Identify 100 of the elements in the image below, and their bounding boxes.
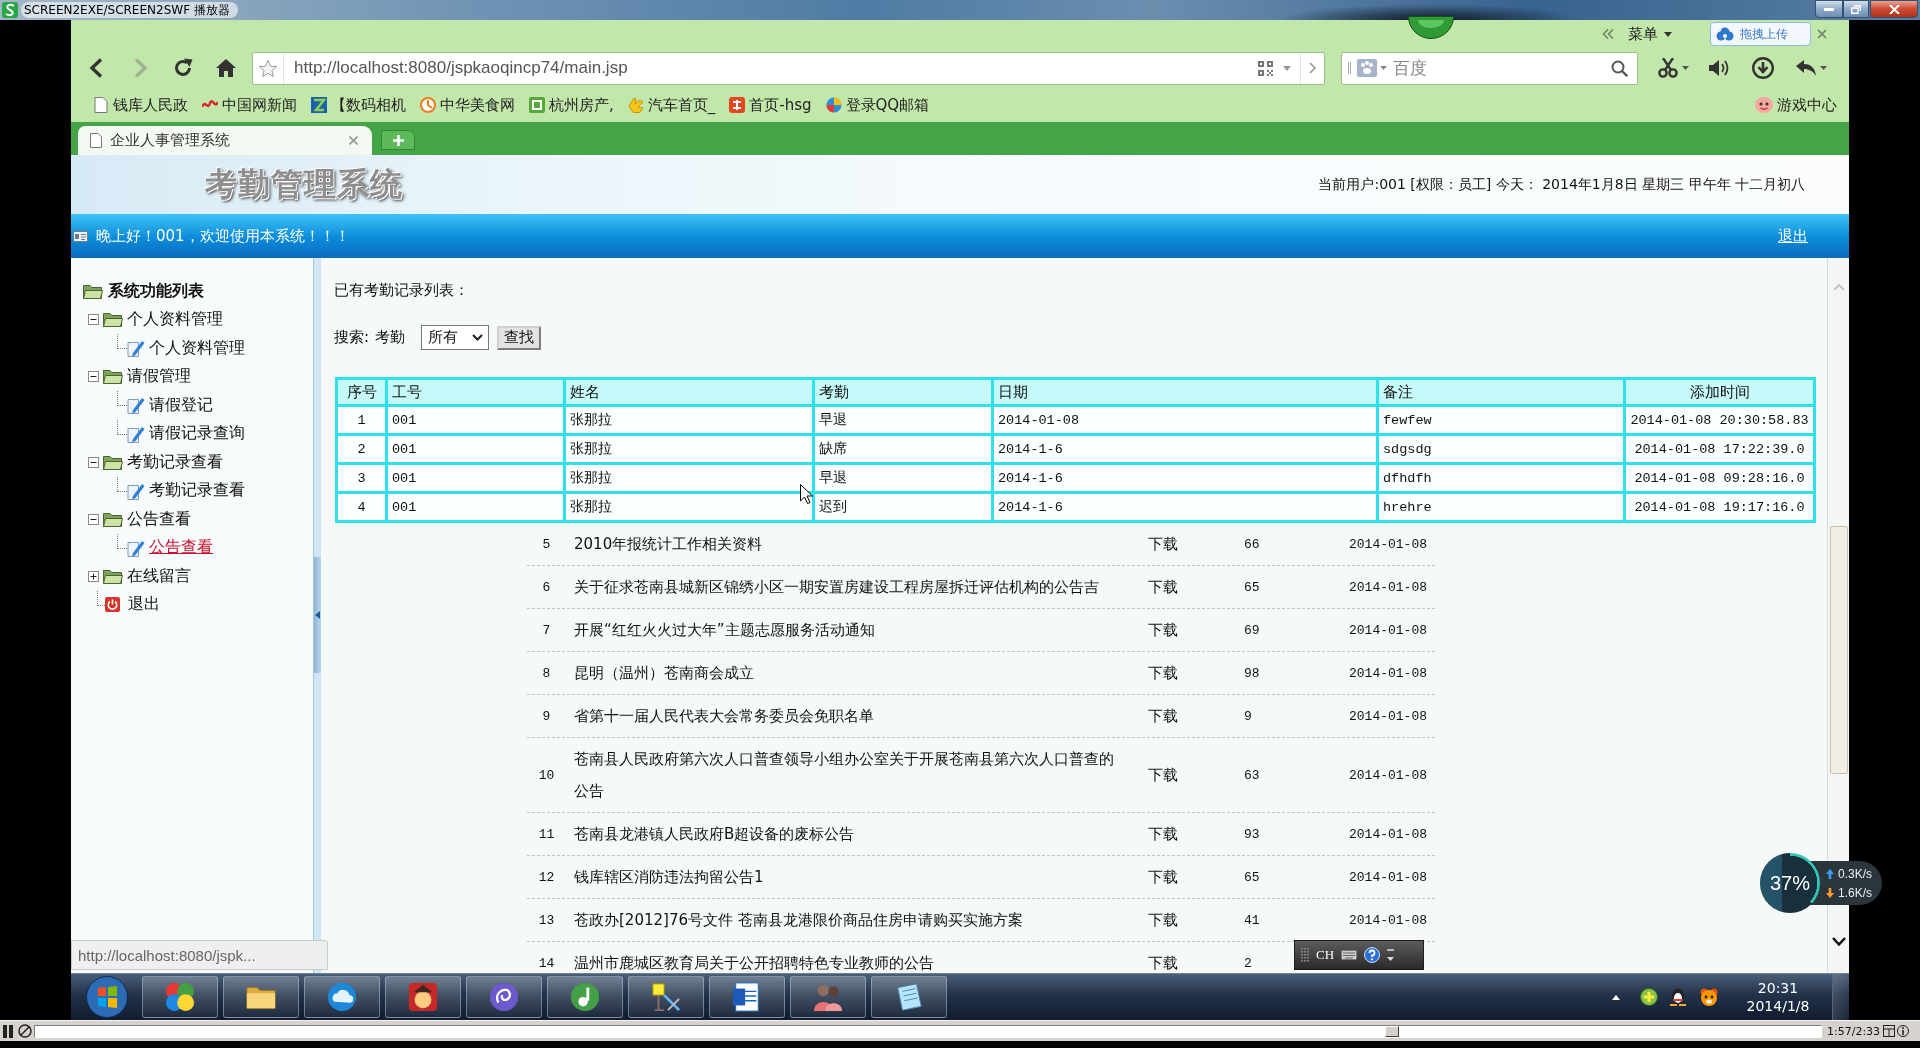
download-link[interactable]: 下载 [1148,824,1230,844]
collapse-handle[interactable] [314,557,321,673]
caret-icon[interactable] [1682,66,1689,70]
taskbar-button[interactable] [466,976,542,1018]
tree-folder[interactable]: 个人资料管理 [127,309,223,331]
browser-tab[interactable]: 企业人事管理系统 [78,126,372,155]
taskbar-button[interactable] [628,976,704,1018]
reload-icon[interactable] [172,58,193,78]
download-link[interactable]: 下载 [1148,953,1230,973]
download-link[interactable]: 下载 [1148,765,1230,785]
tree-folder[interactable]: 考勤记录查看 [127,451,223,473]
bookmark-link[interactable]: 首页-hsg [729,95,812,115]
search-field[interactable]: 百度 [1341,51,1638,85]
taskbar-button[interactable] [223,976,299,1018]
menu-button[interactable]: 菜单 [1628,24,1672,44]
notice-title[interactable]: 省第十一届人民代表大会常务委员会免职名单 [574,700,1122,732]
new-tab-button[interactable] [381,130,415,150]
qr-code-icon[interactable] [1258,60,1273,76]
taskbar-button[interactable] [709,976,785,1018]
circle-slash-icon[interactable] [18,1024,32,1038]
collapse-toggle-icon[interactable] [88,513,99,525]
penguin-icon[interactable] [1670,988,1686,1006]
plus-circle-icon[interactable] [1640,988,1658,1006]
chevron-right-icon[interactable] [1309,62,1316,74]
download-link[interactable]: 下载 [1148,910,1230,930]
caret-icon[interactable] [1380,66,1387,70]
taskbar-button[interactable] [385,976,461,1018]
bookmark-link[interactable]: 登录QQ邮箱 [825,95,930,115]
help-icon[interactable] [1364,947,1381,963]
download-link[interactable]: 下载 [1148,706,1230,726]
search-button[interactable]: 查找 [497,325,542,350]
minimize-button[interactable] [1815,0,1843,18]
tree-link[interactable]: 个人资料管理 [149,337,245,359]
close-icon[interactable] [1817,29,1827,39]
info-icon[interactable] [1897,1025,1910,1037]
notice-title[interactable]: 苍南县龙港镇人民政府B超设备的废标公告 [574,818,1122,850]
upload-button[interactable]: 拖拽上传 [1710,22,1811,46]
bookmark-link[interactable]: 中华美食网 [420,95,515,115]
bookmark-link[interactable]: 【数码相机 [311,95,406,115]
expand-toggle-icon[interactable] [88,570,99,582]
download-link[interactable]: 下载 [1148,620,1230,640]
start-button[interactable] [86,976,128,1018]
notice-title[interactable]: 开展“红红火火过大年”主题志愿服务活动通知 [574,614,1122,646]
progress-track[interactable] [34,1024,1822,1038]
address-field[interactable]: http://localhost:8080/jspkaoqincp74/main.jsp [252,51,1325,85]
window-icon[interactable] [1883,1025,1896,1037]
speaker-icon[interactable] [1709,59,1729,77]
close-icon[interactable] [349,136,358,145]
download-link[interactable]: 下载 [1148,577,1230,597]
menu-arrows-icon[interactable] [1387,948,1395,962]
tree-folder[interactable]: 公告查看 [127,508,191,530]
star-icon[interactable] [259,59,277,77]
bookmark-link[interactable]: 钱库人民政 [93,95,188,115]
progress-thumb[interactable] [1385,1025,1400,1037]
tree-folder[interactable]: 在线留言 [127,565,191,587]
logout-link[interactable]: 退出 [1778,226,1808,246]
download-link[interactable]: 下载 [1148,534,1230,554]
pause-icon[interactable] [2,1024,14,1038]
game-center-link[interactable]: 游戏中心 [1755,95,1837,115]
chevron-down-icon[interactable] [1831,937,1846,946]
collapse-toggle-icon[interactable] [88,314,99,326]
animal-face-icon[interactable] [1700,988,1718,1006]
tree-folder[interactable]: 请假管理 [127,366,191,388]
caret-icon[interactable] [1820,66,1827,70]
double-chevron-icon[interactable] [1602,29,1614,39]
collapse-toggle-icon[interactable] [88,456,99,468]
show-desktop-button[interactable] [1832,974,1849,1020]
tree-link[interactable]: 请假登记 [149,394,213,416]
bookmark-link[interactable]: 中国网新闻 [202,95,297,115]
notice-title[interactable]: 昆明（温州）苍南商会成立 [574,657,1122,689]
clock[interactable]: 20:31 2014/1/8 [1743,979,1813,1015]
scrollbar-thumb[interactable] [1829,526,1848,774]
download-link[interactable]: 下载 [1148,867,1230,887]
bookmark-link[interactable]: 杭州房产, [529,95,614,115]
close-button[interactable] [1870,0,1918,18]
undo-icon[interactable] [1796,60,1816,76]
scissors-icon[interactable] [1658,58,1678,78]
notice-title[interactable]: 苍政办[2012]76号文件 苍南县龙港限价商品住房申请购买实施方案 [574,904,1122,936]
taskbar-button[interactable] [304,976,380,1018]
notice-title[interactable]: 钱库辖区消防违法拘留公告1 [574,861,1122,893]
filter-select[interactable]: 所有 [421,325,490,350]
home-icon[interactable] [215,58,236,78]
download-link[interactable]: 下载 [1148,663,1230,683]
notice-title[interactable]: 2010年报统计工作相关资料 [574,528,1122,560]
tree-link[interactable]: 考勤记录查看 [149,480,245,502]
restore-button[interactable] [1843,0,1869,18]
triangle-up-icon[interactable] [1612,994,1620,1000]
taskbar-button[interactable] [142,976,218,1018]
caret-icon[interactable] [1283,65,1291,71]
keyboard-icon[interactable] [1341,950,1358,960]
tree-link[interactable]: 请假记录查询 [149,423,245,445]
tree-link[interactable]: 公告查看 [149,537,213,559]
taskbar-button[interactable] [547,976,623,1018]
notice-title[interactable]: 温州市鹿城区教育局关于公开招聘特色专业教师的公告 [574,947,1122,973]
download-icon[interactable] [1752,57,1774,79]
search-icon[interactable] [1611,59,1628,77]
bookmark-link[interactable]: 汽车首页_ [627,95,716,115]
search-input[interactable]: 百度 [1387,52,1611,84]
exit-link[interactable]: 退出 [128,594,160,616]
notice-title[interactable]: 关于征求苍南县城新区锦绣小区一期安置房建设工程房屋拆迁评估机构的公告吉 [574,571,1122,603]
